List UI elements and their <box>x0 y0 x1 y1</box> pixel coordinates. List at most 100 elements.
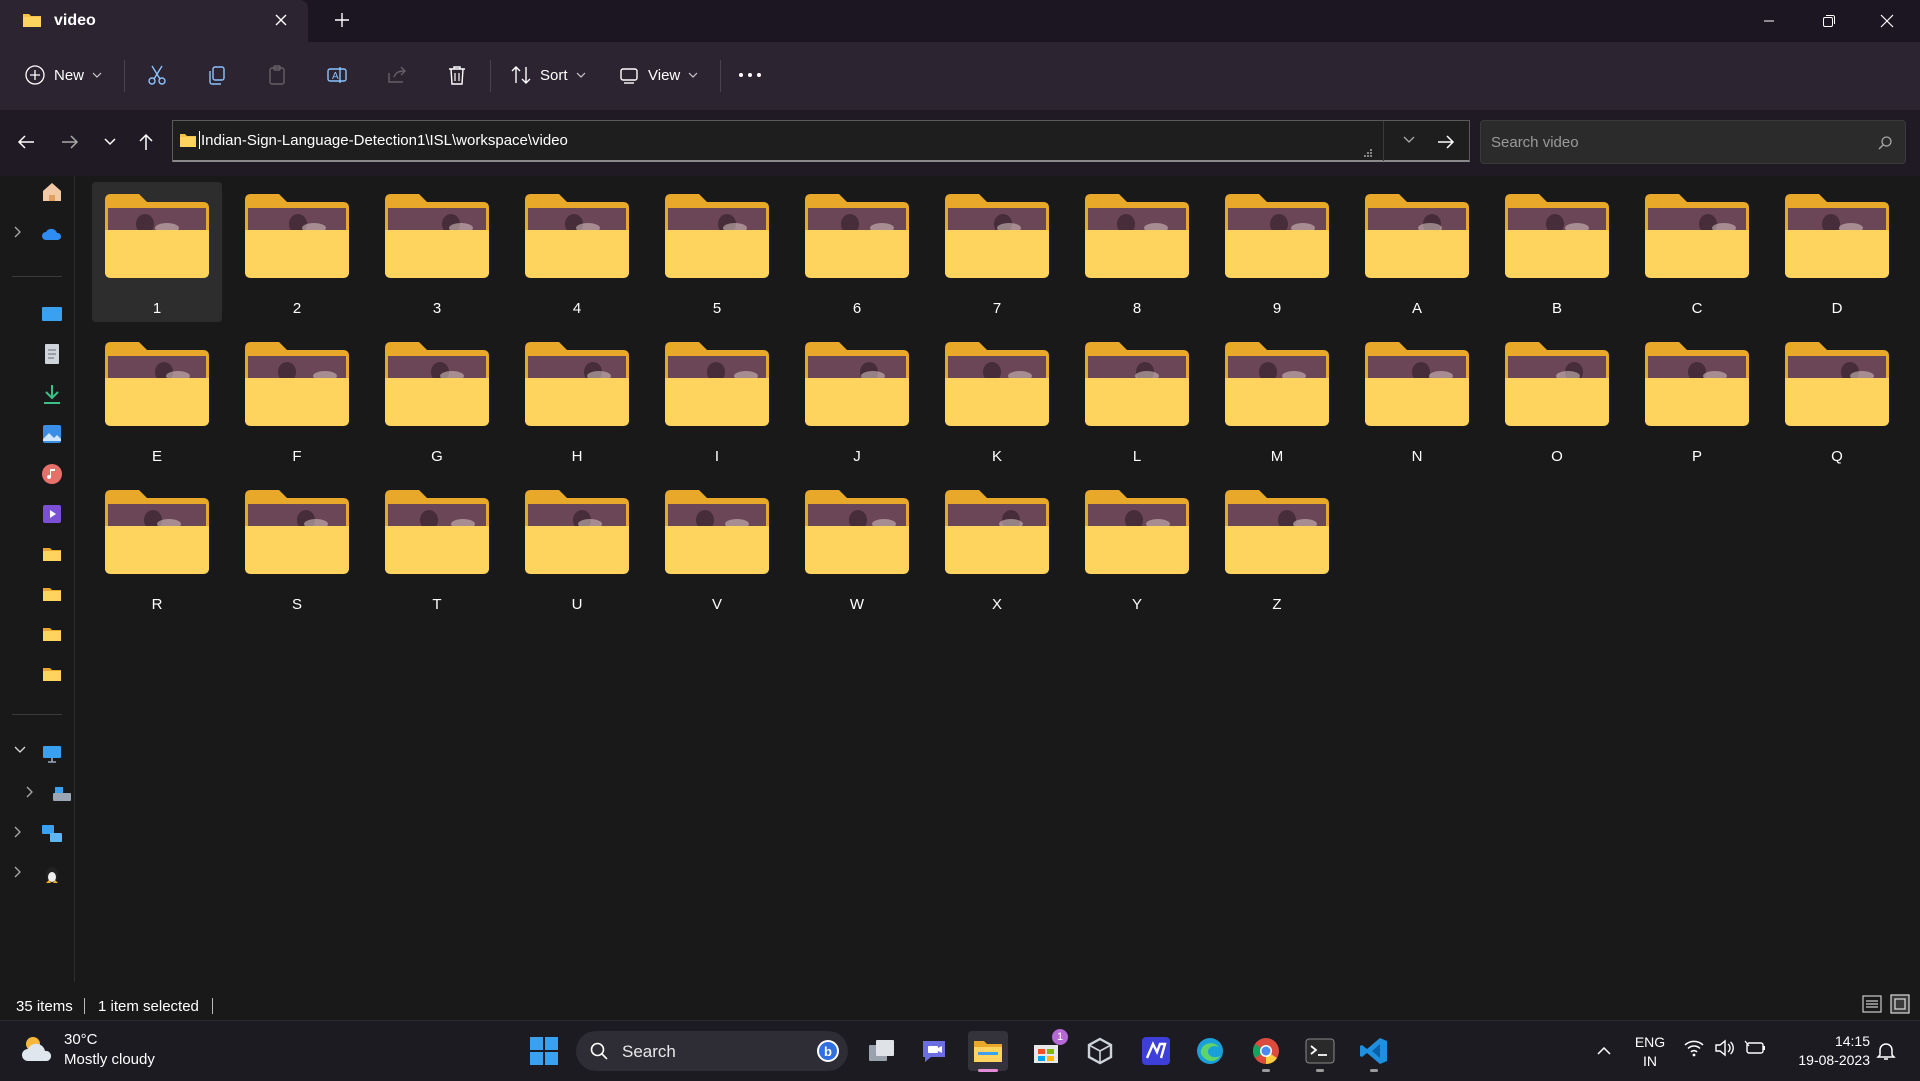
start-button[interactable] <box>524 1031 564 1071</box>
sidebar-item-documents[interactable] <box>0 338 74 370</box>
clock[interactable]: 14:15 19-08-2023 <box>1782 1032 1870 1070</box>
folder-item[interactable]: X <box>932 478 1062 618</box>
folder-item[interactable]: 8 <box>1072 182 1202 322</box>
details-view-icon[interactable] <box>1862 994 1882 1014</box>
folder-item[interactable]: W <box>792 478 922 618</box>
show-hidden-icons-button[interactable] <box>1584 1031 1624 1071</box>
vscode-button[interactable] <box>1354 1031 1394 1072</box>
folder-item[interactable]: 9 <box>1212 182 1342 322</box>
folder-item[interactable]: 1 <box>92 182 222 322</box>
folder-item[interactable]: D <box>1772 182 1902 322</box>
folder-item[interactable]: O <box>1492 330 1622 470</box>
folder-item[interactable]: L <box>1072 330 1202 470</box>
folder-item[interactable]: J <box>792 330 922 470</box>
folder-item[interactable]: A <box>1352 182 1482 322</box>
folder-item[interactable]: 7 <box>932 182 1062 322</box>
sidebar-item-folder-1[interactable] <box>0 538 74 570</box>
restore-button[interactable] <box>1800 0 1858 42</box>
forward-button[interactable] <box>54 126 86 158</box>
folder-item[interactable]: 3 <box>372 182 502 322</box>
sidebar-item-linux[interactable] <box>0 858 74 890</box>
sidebar-item-onedrive[interactable] <box>0 218 74 250</box>
sidebar-item-drive[interactable] <box>0 778 74 810</box>
folder-item[interactable]: E <box>92 330 222 470</box>
sidebar-item-downloads[interactable] <box>0 378 74 410</box>
close-tab-icon[interactable] <box>274 13 288 27</box>
folder-item[interactable]: I <box>652 330 782 470</box>
new-tab-icon[interactable] <box>334 12 350 28</box>
paste-button[interactable] <box>266 56 288 94</box>
sidebar-item-desktop[interactable] <box>0 298 74 330</box>
chevron-down-icon[interactable] <box>14 746 26 754</box>
address-history-dropdown[interactable] <box>1403 136 1415 144</box>
folder-item[interactable]: Z <box>1212 478 1342 618</box>
sidebar-item-this-pc[interactable] <box>0 738 74 770</box>
weather-widget[interactable] <box>20 1033 56 1065</box>
teams-chat-button[interactable] <box>914 1031 954 1071</box>
folder-item[interactable]: 5 <box>652 182 782 322</box>
folder-item[interactable]: C <box>1632 182 1762 322</box>
share-button[interactable] <box>386 56 408 94</box>
go-button[interactable] <box>1426 124 1466 160</box>
folder-item[interactable]: S <box>232 478 362 618</box>
new-button[interactable]: New <box>24 56 102 94</box>
delete-button[interactable] <box>446 56 468 94</box>
sidebar-item-pictures[interactable] <box>0 418 74 450</box>
terminal-button[interactable] <box>1300 1031 1340 1072</box>
chevron-right-icon[interactable] <box>14 826 22 838</box>
sidebar-item-folder-3[interactable] <box>0 618 74 650</box>
folder-item[interactable]: K <box>932 330 1062 470</box>
taskbar-search[interactable]: Search b <box>576 1031 848 1071</box>
system-tray[interactable] <box>1684 1039 1766 1057</box>
up-button[interactable] <box>130 126 162 158</box>
view-button[interactable]: View <box>618 56 698 94</box>
chevron-right-icon[interactable] <box>14 226 22 238</box>
sidebar-item-folder-4[interactable] <box>0 658 74 690</box>
minimize-button[interactable] <box>1740 0 1798 42</box>
tab-video[interactable]: video <box>0 0 308 42</box>
folder-item[interactable]: P <box>1632 330 1762 470</box>
back-button[interactable] <box>10 126 42 158</box>
folder-item[interactable]: R <box>92 478 222 618</box>
copy-button[interactable] <box>206 56 228 94</box>
folder-item[interactable]: B <box>1492 182 1622 322</box>
address-bar[interactable]: Indian-Sign-Language-Detection1\ISL\work… <box>172 120 1470 162</box>
address-path[interactable]: Indian-Sign-Language-Detection1\ISL\work… <box>199 131 568 149</box>
folder-item[interactable]: 4 <box>512 182 642 322</box>
folder-item[interactable]: T <box>372 478 502 618</box>
chevron-right-icon[interactable] <box>26 786 34 798</box>
more-button[interactable] <box>738 56 762 94</box>
chrome-button[interactable] <box>1246 1031 1286 1072</box>
sort-button[interactable]: Sort <box>510 56 586 94</box>
sidebar-item-videos[interactable] <box>0 498 74 530</box>
sidebar-item-folder-2[interactable] <box>0 578 74 610</box>
sidebar-item-home[interactable] <box>0 176 74 208</box>
close-button[interactable] <box>1858 0 1916 42</box>
search-icon[interactable] <box>1877 135 1893 151</box>
language-indicator[interactable]: ENG IN <box>1630 1033 1670 1071</box>
unity-hub-button[interactable] <box>1080 1031 1120 1071</box>
chevron-right-icon[interactable] <box>14 866 22 878</box>
folder-item[interactable]: F <box>232 330 362 470</box>
task-view-button[interactable] <box>862 1031 902 1071</box>
search-box[interactable]: Search video <box>1480 120 1906 164</box>
folder-item[interactable]: Q <box>1772 330 1902 470</box>
folder-item[interactable]: 2 <box>232 182 362 322</box>
folder-item[interactable]: G <box>372 330 502 470</box>
sidebar-item-music[interactable] <box>0 458 74 490</box>
large-icons-view-icon[interactable] <box>1890 994 1910 1014</box>
folder-item[interactable]: N <box>1352 330 1482 470</box>
edge-button[interactable] <box>1190 1031 1230 1071</box>
folder-item[interactable]: Y <box>1072 478 1202 618</box>
microsoft-store-button[interactable]: 1 <box>1026 1029 1068 1071</box>
cut-button[interactable] <box>146 56 168 94</box>
folder-item[interactable]: M <box>1212 330 1342 470</box>
sidebar-item-network[interactable] <box>0 818 74 850</box>
file-explorer-taskbar[interactable] <box>968 1031 1008 1072</box>
notification-bell-icon[interactable] <box>1876 1041 1896 1061</box>
rename-button[interactable]: A <box>326 56 348 94</box>
app-m-button[interactable] <box>1136 1031 1176 1071</box>
folder-item[interactable]: H <box>512 330 642 470</box>
folder-item[interactable]: U <box>512 478 642 618</box>
search-input[interactable]: Search video <box>1491 134 1579 151</box>
